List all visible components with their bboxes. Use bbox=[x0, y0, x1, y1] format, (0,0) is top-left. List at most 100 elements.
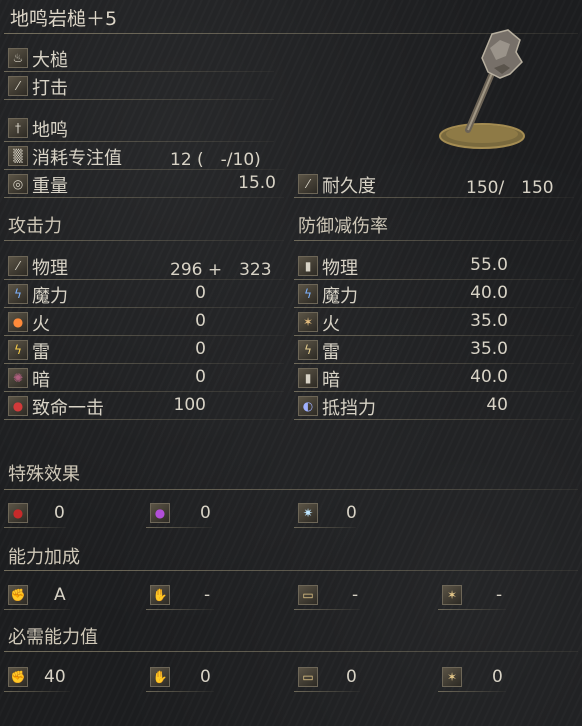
row-divider bbox=[4, 691, 70, 692]
special-effect-value-bleed: 0 bbox=[54, 503, 65, 523]
attack-label-critical: 致命一击 bbox=[32, 398, 104, 419]
attack-header: 攻击力 bbox=[8, 216, 62, 237]
row-divider bbox=[294, 279, 574, 280]
row-divider bbox=[294, 363, 574, 364]
fire-defense-icon: ✶ bbox=[298, 312, 318, 332]
intelligence-icon: ▭ bbox=[298, 667, 318, 687]
intelligence-icon: ▭ bbox=[298, 585, 318, 605]
row-divider bbox=[294, 609, 360, 610]
weapon-title: 地鸣岩槌＋5 bbox=[10, 8, 118, 30]
row-divider bbox=[294, 307, 574, 308]
magic-attack-icon: ϟ bbox=[8, 284, 28, 304]
defense-value-physical: 55.0 bbox=[470, 255, 508, 275]
defense-label-stability: 抵挡力 bbox=[322, 398, 376, 419]
row-divider bbox=[4, 527, 66, 528]
weight-value: 15.0 bbox=[238, 173, 276, 193]
attack-label-dark: 暗 bbox=[32, 370, 50, 391]
row-divider bbox=[294, 335, 574, 336]
physical-attack-icon: ⁄ bbox=[8, 256, 28, 276]
row-divider bbox=[4, 99, 274, 100]
row-divider bbox=[294, 391, 574, 392]
row-divider bbox=[4, 169, 284, 170]
bleed-icon: ● bbox=[8, 503, 28, 523]
skill-icon: † bbox=[8, 118, 28, 138]
strength-icon: ✊ bbox=[8, 667, 28, 687]
durability-label: 耐久度 bbox=[322, 176, 376, 197]
row-divider bbox=[4, 419, 284, 420]
requirement-value-dexterity: 0 bbox=[200, 667, 211, 687]
attack-type-label: 打击 bbox=[32, 78, 68, 99]
row-divider bbox=[438, 609, 506, 610]
fp-cost-label: 消耗专注值 bbox=[32, 148, 122, 169]
defense-label-lightning: 雷 bbox=[322, 342, 340, 363]
stability-icon: ◐ bbox=[298, 396, 318, 416]
row-divider bbox=[4, 71, 274, 72]
dexterity-icon: ✋ bbox=[150, 667, 170, 687]
defense-label-magic: 魔力 bbox=[322, 286, 358, 307]
row-divider bbox=[438, 691, 506, 692]
attack-value-critical: 100 bbox=[173, 395, 206, 415]
scaling-value-strength: A bbox=[54, 585, 66, 605]
scaling-value-faith: - bbox=[496, 585, 503, 605]
section-divider bbox=[4, 651, 578, 652]
fp-cost-icon: ▒ bbox=[8, 146, 28, 166]
defense-value-lightning: 35.0 bbox=[470, 339, 508, 359]
dark-attack-icon: ✺ bbox=[8, 368, 28, 388]
faith-icon: ✶ bbox=[442, 585, 462, 605]
attack-value-physical: 296 + 323 bbox=[170, 260, 272, 280]
attack-value-lightning: 0 bbox=[195, 339, 206, 359]
section-divider bbox=[4, 570, 578, 571]
physical-defense-icon: ▮ bbox=[298, 256, 318, 276]
defense-value-dark: 40.0 bbox=[470, 367, 508, 387]
critical-icon: ● bbox=[8, 396, 28, 416]
dexterity-icon: ✋ bbox=[150, 585, 170, 605]
row-divider bbox=[146, 527, 212, 528]
durability-value: 150/ 150 bbox=[466, 178, 554, 198]
durability-icon: ⁄ bbox=[298, 174, 318, 194]
row-divider bbox=[294, 691, 360, 692]
attack-label-physical: 物理 bbox=[32, 258, 68, 279]
weapon-type-label: 大槌 bbox=[32, 50, 68, 71]
requirement-value-intelligence: 0 bbox=[346, 667, 357, 687]
row-divider bbox=[4, 197, 284, 198]
row-divider bbox=[294, 419, 574, 420]
row-divider bbox=[4, 141, 274, 142]
scaling-value-intelligence: - bbox=[352, 585, 359, 605]
requirement-value-strength: 40 bbox=[44, 667, 66, 687]
row-divider bbox=[146, 609, 214, 610]
requirement-value-faith: 0 bbox=[492, 667, 503, 687]
defense-value-fire: 35.0 bbox=[470, 311, 508, 331]
attack-value-fire: 0 bbox=[195, 311, 206, 331]
section-divider bbox=[4, 240, 284, 241]
row-divider bbox=[294, 527, 356, 528]
section-divider bbox=[4, 489, 578, 490]
defense-label-physical: 物理 bbox=[322, 258, 358, 279]
weight-label: 重量 bbox=[32, 176, 68, 197]
row-divider bbox=[4, 335, 284, 336]
attack-label-magic: 魔力 bbox=[32, 286, 68, 307]
dark-defense-icon: ▮ bbox=[298, 368, 318, 388]
row-divider bbox=[4, 279, 284, 280]
requirements-header: 必需能力值 bbox=[8, 627, 98, 648]
row-divider bbox=[294, 197, 574, 198]
strength-icon: ✊ bbox=[8, 585, 28, 605]
defense-header: 防御减伤率 bbox=[298, 216, 388, 237]
attack-type-icon: ⁄ bbox=[8, 76, 28, 96]
poison-icon: ● bbox=[150, 503, 170, 523]
defense-value-magic: 40.0 bbox=[470, 283, 508, 303]
row-divider bbox=[4, 363, 284, 364]
special-effect-value-poison: 0 bbox=[200, 503, 211, 523]
defense-value-stability: 40 bbox=[486, 395, 508, 415]
row-divider bbox=[4, 609, 70, 610]
attack-label-fire: 火 bbox=[32, 314, 50, 335]
skill-label: 地鸣 bbox=[32, 120, 68, 141]
scaling-value-dexterity: - bbox=[204, 585, 211, 605]
faith-icon: ✶ bbox=[442, 667, 462, 687]
attack-value-dark: 0 bbox=[195, 367, 206, 387]
row-divider bbox=[4, 391, 284, 392]
scaling-header: 能力加成 bbox=[8, 547, 80, 568]
fire-attack-icon: ● bbox=[8, 312, 28, 332]
special-effect-value-frost: 0 bbox=[346, 503, 357, 523]
defense-label-fire: 火 bbox=[322, 314, 340, 335]
weight-icon: ◎ bbox=[8, 174, 28, 194]
